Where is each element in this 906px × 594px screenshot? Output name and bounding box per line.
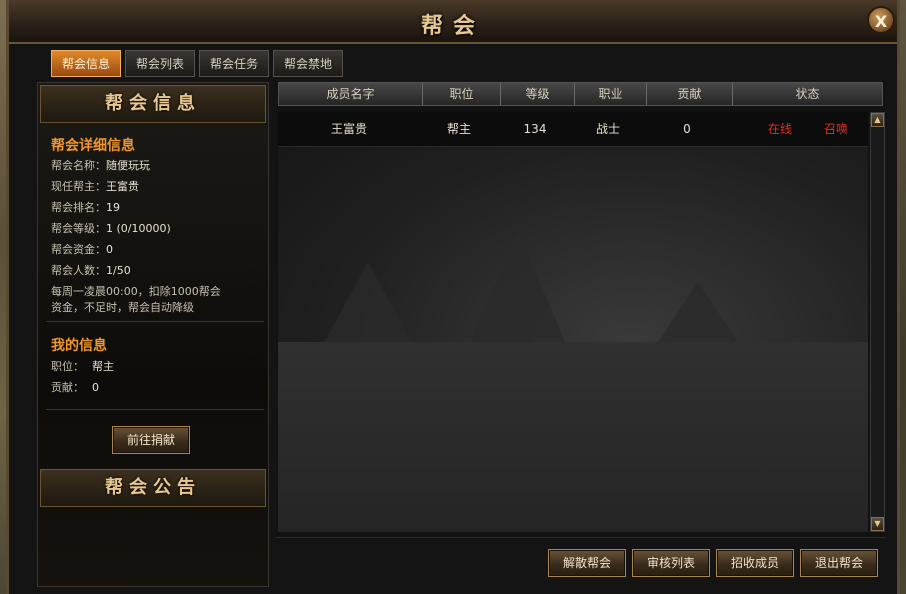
scroll-up-arrow-icon[interactable]: ▲ [871,113,884,127]
my-contribution-row: 贡献： 0 [51,379,99,395]
guild-members-label: 帮会人数： [51,264,106,277]
guild-name-row: 帮会名称：随便玩玩 [51,157,150,173]
member-job: 战士 [595,122,620,136]
action-bar: 解散帮会 审核列表 招收成员 退出帮会 [276,537,885,588]
divider [46,321,264,322]
guild-members-value: 1/50 [106,264,131,277]
guild-rank-row: 帮会排名：19 [51,199,120,215]
guild-funds-value: 0 [106,243,113,256]
member-status: 在线 [767,122,792,136]
guild-info-panel: 帮会信息 帮会详细信息 帮会名称：随便玩玩 现任帮主：王富贵 帮会排名：19 帮… [37,82,269,587]
guild-window: 帮会 X 帮会信息 帮会列表 帮会任务 帮会禁地 帮会信息 帮会详细信息 帮会名… [6,0,900,594]
member-position: 帮主 [446,122,471,136]
review-list-button[interactable]: 审核列表 [632,549,710,577]
tab-guild-tasks[interactable]: 帮会任务 [199,50,269,77]
weekly-deduction-notice-line2: 资金，不足时，帮会自动降级 [51,301,194,314]
guild-funds-label: 帮会资金： [51,243,106,256]
tab-guild-forbidden-land[interactable]: 帮会禁地 [273,50,343,77]
member-name: 王富贵 [330,122,367,136]
scroll-down-arrow-icon[interactable]: ▼ [871,517,884,531]
guild-leader-value: 王富贵 [106,180,139,193]
my-contribution-value: 0 [92,381,99,394]
my-position-row: 职位： 帮主 [51,358,114,374]
column-header-name: 成员名字 [279,83,423,105]
member-list-panel: 成员名字 职位 等级 职业 贡献 状态 王富贵 帮主 134 战士 0 在线 召… [276,82,885,588]
guild-announcement-header: 帮会公告 [40,469,266,507]
recruit-members-button[interactable]: 招收成员 [716,549,794,577]
background-courtyard [278,342,868,532]
guild-members-row: 帮会人数：1/50 [51,262,131,278]
guild-name-label: 帮会名称： [51,159,106,172]
member-table-header: 成员名字 职位 等级 职业 贡献 状态 [278,82,883,106]
guild-leader-label: 现任帮主： [51,180,106,193]
guild-rank-value: 19 [106,201,120,214]
column-header-contribution: 贡献 [647,83,733,105]
my-info-section-title: 我的信息 [51,338,107,354]
guild-info-header: 帮会信息 [40,85,266,123]
member-list: 王富贵 帮主 134 战士 0 在线 召唤 [278,112,868,532]
divider [46,409,264,410]
summon-link[interactable]: 召唤 [808,112,864,146]
title-bar: 帮会 X [9,0,897,44]
tab-guild-info[interactable]: 帮会信息 [51,50,121,77]
column-header-level: 等级 [501,83,575,105]
guild-funds-row: 帮会资金：0 [51,241,113,257]
guild-level-row: 帮会等级：1 (0/10000) [51,220,171,236]
my-position-value: 帮主 [92,360,114,373]
donate-button[interactable]: 前往捐献 [112,426,190,454]
tab-guild-list[interactable]: 帮会列表 [125,50,195,77]
quit-guild-button[interactable]: 退出帮会 [800,549,878,577]
close-button[interactable]: X [867,6,895,34]
guild-name-value: 随便玩玩 [106,159,150,172]
column-header-job: 职业 [575,83,647,105]
member-contribution: 0 [683,122,691,136]
window-title: 帮会 [420,14,485,39]
detail-section-title: 帮会详细信息 [51,138,135,154]
guild-level-value: 1 (0/10000) [106,222,171,235]
disband-guild-button[interactable]: 解散帮会 [548,549,626,577]
my-position-label: 职位： [51,360,84,373]
guild-rank-label: 帮会排名： [51,201,106,214]
my-contribution-label: 贡献： [51,381,84,394]
weekly-deduction-notice-line1: 每周一凌晨00:00，扣除1000帮会 [51,285,221,298]
column-header-position: 职位 [423,83,501,105]
guild-leader-row: 现任帮主：王富贵 [51,178,139,194]
member-level: 134 [523,122,547,136]
member-list-scrollbar[interactable]: ▲ ▼ [870,112,885,532]
guild-level-label: 帮会等级： [51,222,106,235]
main-content: 帮会信息 帮会详细信息 帮会名称：随便玩玩 现任帮主：王富贵 帮会排名：19 帮… [33,78,885,588]
column-header-status: 状态 [795,87,820,101]
table-row[interactable]: 王富贵 帮主 134 战士 0 在线 召唤 [278,112,868,147]
